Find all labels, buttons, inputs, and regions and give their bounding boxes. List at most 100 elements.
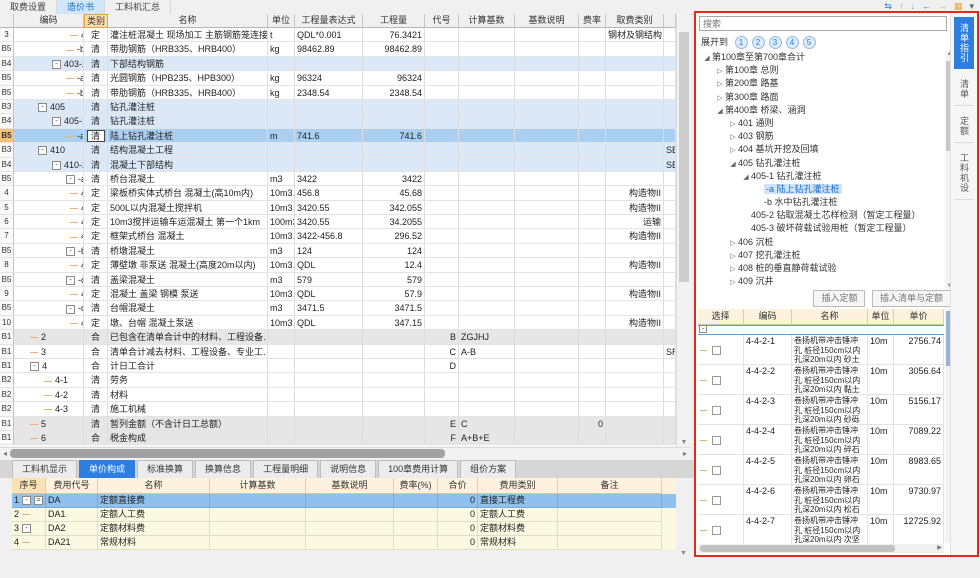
column-header-单位[interactable]: 单位 — [268, 14, 295, 28]
expanded-icon[interactable]: ◢ — [728, 158, 738, 170]
quota-row[interactable]: 4-4-2-7卷扬机带冲击锤冲孔 桩径150cm以内 孔深20m以内 次坚石10… — [698, 515, 944, 545]
column-header-备注[interactable]: 备注 — [558, 478, 662, 494]
table-row[interactable]: B5--a清桥台混凝土m334223422 — [0, 172, 676, 186]
checkbox[interactable] — [712, 406, 721, 415]
fee-row[interactable]: 4DA21常规材料0常规材料 — [12, 536, 676, 550]
table-row[interactable]: 74-6-…定框架式桥台 混凝土10m3…3422-456.8296.52构造物… — [0, 229, 676, 243]
tab-工料机显示[interactable]: 工料机显示 — [12, 460, 77, 478]
display-settings-icon[interactable]: ▦ — [954, 1, 963, 11]
table-row[interactable]: B13合清单合计减去材料、工程设备、专业工…CA-BSR — [0, 345, 676, 359]
collapsed-icon[interactable]: ▷ — [728, 144, 738, 156]
tab-换算信息[interactable]: 换算信息 — [195, 460, 251, 478]
column-header-编码[interactable]: 编码 — [14, 14, 84, 28]
quota-horizontal-scrollbar[interactable]: ▶ — [698, 544, 944, 553]
collapsed-icon[interactable]: ▷ — [715, 92, 725, 104]
table-row[interactable]: B16合税金构成FA+B+E — [0, 431, 676, 445]
tree-item[interactable]: ◢405-1 钻孔灌注桩 — [698, 170, 944, 183]
tab-工程量明细[interactable]: 工程量明细 — [253, 460, 318, 478]
collapsed-icon[interactable]: ▷ — [728, 131, 738, 143]
collapsed-icon[interactable]: ▷ — [728, 250, 738, 262]
column-header-计算基数[interactable]: 计算基数 — [459, 14, 515, 28]
quota-row[interactable]: 4-4-2-2卷扬机带冲击锤冲孔 桩径150cm以内 孔深20m以内 黏土10m… — [698, 365, 944, 395]
table-row[interactable]: B15清暂列金额（不含计日工总额）EC0 — [0, 417, 676, 431]
tab-工料机汇总[interactable]: 工料机汇总 — [105, 0, 171, 14]
tree-item[interactable]: ▷407 挖孔灌注桩 — [698, 249, 944, 262]
column-header-计算基数[interactable]: 计算基数 — [210, 478, 306, 494]
table-row[interactable]: 54-11…定500L以内混凝土搅拌机10m33420.55342.055构造物… — [0, 201, 676, 215]
table-row[interactable]: B5--c清盖梁混凝土m3579579 — [0, 273, 676, 287]
column-header-名称[interactable]: 名称 — [108, 14, 268, 28]
scroll-right-icon[interactable]: ▶ — [935, 544, 944, 553]
column-header-费率[interactable]: 费率 — [579, 14, 606, 28]
tree-item[interactable]: -a 陆上钻孔灌注桩 — [698, 183, 944, 196]
checkbox[interactable] — [712, 526, 721, 535]
collapsed-icon[interactable]: ▷ — [728, 237, 738, 249]
collapsed-icon[interactable]: ▷ — [715, 65, 725, 77]
column-header-费率(%)[interactable]: 费率(%) — [394, 478, 438, 494]
collapse-icon[interactable]: - — [66, 175, 75, 184]
table-row[interactable]: B3-405清钻孔灌注桩 — [0, 100, 676, 114]
column-header-选择[interactable]: 选择 — [698, 309, 744, 325]
side-tab-定额[interactable]: 定额 — [954, 110, 974, 143]
dropdown-caret-icon[interactable]: ▾ — [969, 1, 974, 11]
forward-icon[interactable]: → — [938, 1, 947, 11]
column-header-工程量[interactable]: 工程量 — [363, 14, 425, 28]
fee-row[interactable]: 3-DA2定额材料费0定额材料费 — [12, 522, 676, 536]
table-row[interactable]: B4-403-2清下部结构钢筋 — [0, 57, 676, 71]
tree-item[interactable]: ◢第400章 桥梁、涵洞 — [698, 104, 944, 117]
tree-item[interactable]: -b 水中钻孔灌注桩 — [698, 196, 944, 209]
quota-row[interactable]: 4-4-2-5卷扬机带冲击锤冲孔 桩径150cm以内 孔深20m以内 卵石10m… — [698, 455, 944, 485]
tree-item[interactable]: ▷406 沉桩 — [698, 236, 944, 249]
scroll-left-icon[interactable]: ◂ — [0, 448, 10, 459]
quota-hscroll-thumb[interactable] — [700, 545, 895, 552]
table-row[interactable]: B12合已包含在清单合计中的材料、工程设备…BZGJHJ — [0, 330, 676, 344]
collapsed-icon[interactable]: ▷ — [728, 276, 738, 288]
expanded-icon[interactable]: ◢ — [715, 105, 725, 117]
checkbox[interactable] — [712, 376, 721, 385]
scroll-down-icon[interactable]: ▼ — [680, 550, 687, 557]
column-header-名称[interactable]: 名称 — [98, 478, 210, 494]
collapse-icon[interactable]: - — [52, 117, 61, 126]
column-header-序号[interactable]: 序号 — [12, 478, 46, 494]
table-row[interactable]: B3-410清结构混凝土工程SB — [0, 143, 676, 157]
tree-item[interactable]: ▷401 通则 — [698, 117, 944, 130]
tree-item[interactable]: ▷404 基坑开挖及回填 — [698, 143, 944, 156]
table-row[interactable]: B5--d清台帽混凝土m33471.53471.5 — [0, 301, 676, 315]
table-row[interactable]: 34-4-…定灌注桩混凝土 现场加工 主筋钢筋笼连接tQDL*0.00176.3… — [0, 28, 676, 42]
quota-row[interactable]: 4-4-2-6卷扬机带冲击锤冲孔 桩径150cm以内 孔深20m以内 松石10m… — [698, 485, 944, 515]
collapse-icon[interactable]: - — [22, 496, 31, 505]
table-row[interactable]: 64-11…定10m3搅拌运输车运混凝土 第一个1km100m33420.553… — [0, 215, 676, 229]
collapsed-icon[interactable]: ▷ — [728, 118, 738, 130]
grid-hscroll-thumb[interactable] — [10, 449, 445, 458]
category-editor[interactable]: 清 — [87, 130, 105, 142]
column-header-名称[interactable]: 名称 — [792, 309, 868, 325]
column-header-编码[interactable]: 编码 — [744, 309, 792, 325]
tab-组价方案[interactable]: 组价方案 — [460, 460, 516, 478]
collapse-icon[interactable]: - — [66, 276, 75, 285]
tree-item[interactable]: ▷403 钢筋 — [698, 130, 944, 143]
column-header-单位[interactable]: 单位 — [868, 309, 894, 325]
table-row[interactable]: B5-a清光圆钢筋（HPB235、HPB300）kg9632496324 — [0, 71, 676, 85]
back-icon[interactable]: ← — [922, 1, 931, 11]
collapse-icon[interactable]: - — [38, 103, 47, 112]
table-row[interactable]: B4-405-1清钻孔灌注桩 — [0, 114, 676, 128]
collapse-icon[interactable]: - — [52, 161, 61, 170]
collapse-icon[interactable]: - — [22, 524, 31, 533]
column-header-blank[interactable] — [0, 14, 14, 28]
swap-columns-icon[interactable]: ⇆ — [884, 1, 892, 11]
table-row[interactable]: 104-6-3-2定墩、台帽 混凝土泵送10m3…QDL347.15构造物II — [0, 316, 676, 330]
tree-item[interactable]: 405-2 钻取混凝土芯样检测（暂定工程量） — [698, 209, 944, 222]
checkbox[interactable] — [712, 346, 721, 355]
table-row[interactable]: B24-3清施工机械 — [0, 402, 676, 416]
table-row[interactable]: B4-410-2清混凝土下部结构SB — [0, 158, 676, 172]
collapse-icon[interactable]: - — [30, 362, 39, 371]
move-up-icon[interactable]: ↑ — [899, 1, 904, 11]
insert-quota-button[interactable]: 插入定额 — [813, 290, 865, 307]
collapsed-icon[interactable]: ▷ — [728, 263, 738, 275]
side-tab-工料机设[interactable]: 工料机设 — [954, 147, 974, 200]
column-header-合价[interactable]: 合价 — [438, 478, 478, 494]
table-row[interactable]: B5-a清陆上钻孔灌注桩m741.6741.6 — [0, 129, 676, 143]
column-header-blank[interactable] — [664, 14, 676, 28]
expand-level-4-button[interactable]: 4 — [786, 36, 799, 49]
tree-item[interactable]: ◢第100章至第700章合计 — [698, 51, 944, 64]
